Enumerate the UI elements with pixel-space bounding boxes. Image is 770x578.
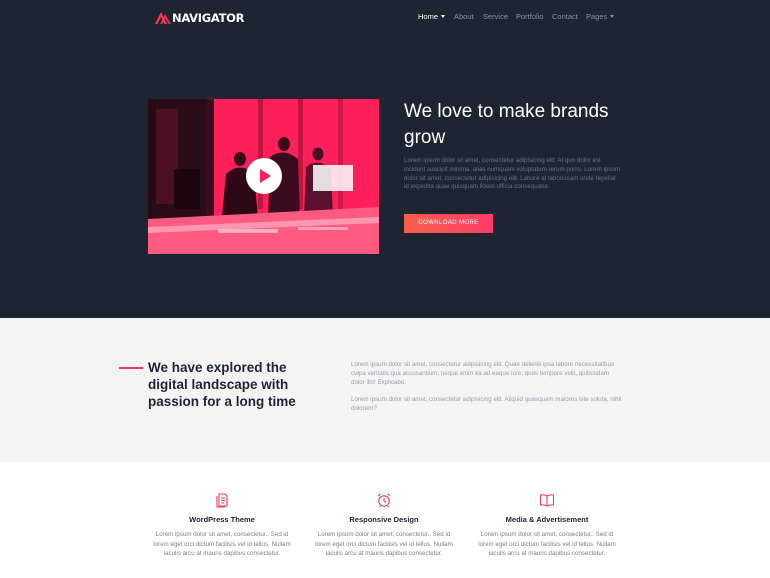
nav-item-label: Home [418,12,439,21]
hero-section: NAVIGATOR Home About Service Portfolio C… [0,0,770,318]
features-section: WordPress Theme Lorem ipsum dolor sit am… [0,462,770,578]
about-heading: We have explored the digital landscape w… [148,360,296,409]
nav-item-contact[interactable]: Contact [552,12,578,21]
nav-item-label: Portfolio [516,12,544,21]
navbar: NAVIGATOR Home About Service Portfolio C… [0,0,770,36]
about-paragraph-1: Lorem ipsum dolor sit amet, consectetur … [351,361,615,387]
feature-title: WordPress Theme [189,515,255,524]
play-button[interactable] [246,158,282,194]
feature-text: Lorem ipsum dolor sit amet, consectetur.… [478,531,616,558]
nav-item-label: About [454,12,474,21]
nav-item-about[interactable]: About [454,12,474,21]
about-section: We have explored the digital landscape w… [0,318,770,462]
alarm-clock-icon [377,493,391,508]
feature-text: Lorem ipsum dolor sit amet, consectetur.… [153,531,291,558]
play-icon [260,169,271,183]
download-more-button[interactable]: DOWNLOAD MORE [404,214,493,233]
feature-title: Responsive Design [349,515,419,524]
feature-text: Lorem ipsum dolor sit amet, consectetur.… [315,531,453,558]
nav-item-label: Pages [586,12,608,21]
caret-down-icon [441,15,446,18]
document-icon [216,493,228,508]
nav-item-service[interactable]: Service [483,12,508,21]
nav-item-label: Contact [552,12,578,21]
nav-item-home[interactable]: Home [418,12,446,21]
accent-divider [119,367,143,369]
hero-description: Lorem ipsum dolor sit amet, consectetur … [404,157,620,191]
about-paragraph-2: Lorem ipsum dolor sit amet, consectetur … [351,396,622,413]
caret-down-icon [610,15,615,18]
hero-title: We love to make brands grow [404,101,609,148]
nav-menu: Home About Service Portfolio Contact Pag… [0,12,770,24]
open-book-icon [539,494,555,507]
nav-item-label: Service [483,12,509,21]
feature-title: Media & Advertisement [505,515,589,524]
nav-item-portfolio[interactable]: Portfolio [516,12,544,21]
nav-item-pages[interactable]: Pages [586,12,615,21]
